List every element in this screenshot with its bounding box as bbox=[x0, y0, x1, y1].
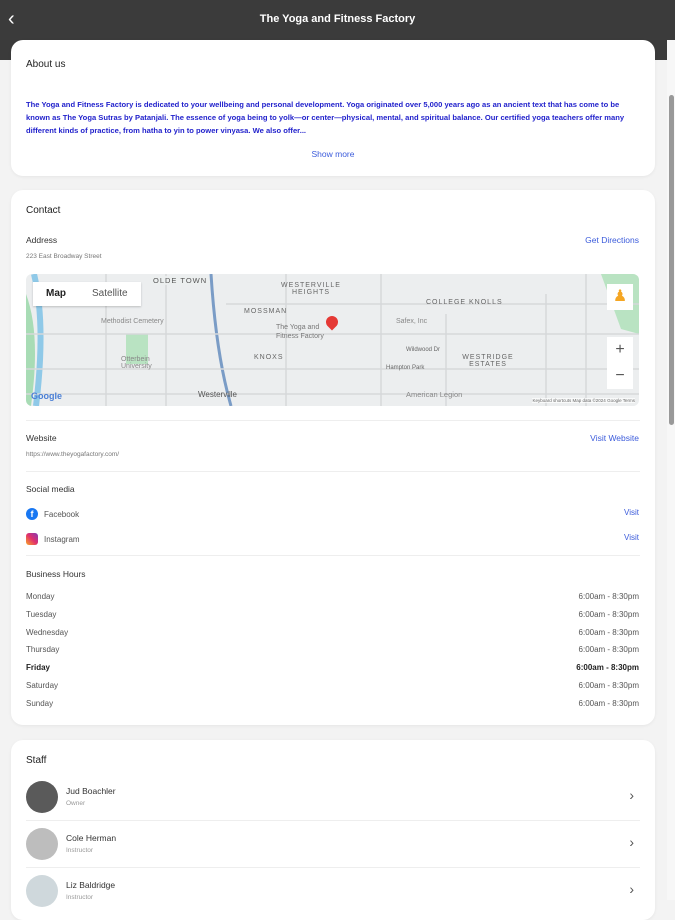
chevron-right-icon[interactable]: › bbox=[629, 881, 634, 897]
chevron-right-icon[interactable]: › bbox=[629, 787, 634, 803]
map-label: KNOXS bbox=[254, 354, 284, 361]
divider bbox=[26, 867, 640, 868]
avatar bbox=[26, 781, 58, 813]
hours-row: Monday 6:00am - 8:30pm bbox=[26, 592, 639, 601]
avatar bbox=[26, 828, 58, 860]
map-label: American Legion bbox=[406, 390, 463, 399]
google-logo: Google bbox=[31, 391, 62, 401]
website-label: Website bbox=[26, 433, 57, 443]
map-label: OLDE TOWN bbox=[151, 276, 210, 285]
zoom-out-button[interactable]: − bbox=[607, 363, 633, 389]
map-label: Hampton Park bbox=[386, 365, 425, 371]
map-type-toggle: Map Satellite bbox=[33, 282, 141, 306]
instagram-icon bbox=[26, 533, 38, 545]
show-more-link[interactable]: Show more bbox=[11, 149, 655, 159]
facebook-icon: f bbox=[26, 508, 38, 520]
page-title: The Yoga and Fitness Factory bbox=[259, 13, 416, 25]
get-directions-link[interactable]: Get Directions bbox=[585, 235, 639, 245]
contact-heading: Contact bbox=[26, 205, 61, 216]
hours-row: Sunday 6:00am - 8:30pm bbox=[26, 699, 639, 708]
about-heading: About us bbox=[26, 59, 66, 70]
map-tab[interactable]: Map bbox=[33, 282, 79, 306]
divider bbox=[26, 820, 640, 821]
map-label: Westerville bbox=[198, 390, 237, 399]
hours-time: 6:00am - 8:30pm bbox=[578, 609, 639, 619]
hours-time: 6:00am - 8:30pm bbox=[576, 663, 639, 673]
map-label: WESTERVILLE HEIGHTS bbox=[281, 282, 341, 296]
hours-day: Sunday bbox=[26, 698, 54, 708]
staff-row[interactable]: Cole Herman Instructor › bbox=[26, 828, 640, 868]
about-text: The Yoga and Fitness Factory is dedicate… bbox=[26, 100, 625, 135]
staff-card: Staff Jud Boachler Owner › Cole Herman Inst… bbox=[11, 740, 655, 920]
hours-time: 6:00am - 8:30pm bbox=[578, 592, 639, 601]
staff-name: Jud Boachler bbox=[66, 786, 116, 796]
divider bbox=[26, 471, 640, 472]
social-media-label: Social media bbox=[26, 484, 75, 494]
social-row-facebook: f Facebook Visit bbox=[26, 508, 639, 520]
address-text: 223 East Broadway Street bbox=[26, 253, 102, 260]
visit-website-link[interactable]: Visit Website bbox=[590, 433, 639, 443]
divider bbox=[26, 420, 640, 421]
staff-name: Cole Herman bbox=[66, 833, 117, 843]
website-url: https://www.theyogafactory.com/ bbox=[26, 451, 120, 458]
map-label: Otterbein University bbox=[121, 356, 152, 370]
satellite-tab[interactable]: Satellite bbox=[79, 282, 141, 306]
map-label: Safex, Inc bbox=[396, 318, 428, 325]
hours-day: Monday bbox=[26, 592, 55, 601]
address-label: Address bbox=[26, 235, 58, 245]
chevron-right-icon[interactable]: › bbox=[629, 834, 634, 850]
hours-row: Friday 6:00am - 8:30pm bbox=[26, 663, 639, 672]
hours-row: Tuesday 6:00am - 8:30pm bbox=[26, 610, 639, 619]
map-label: Wildwood Dr bbox=[406, 347, 441, 353]
facebook-visit-link[interactable]: Visit bbox=[624, 508, 639, 520]
about-card: About us The Yoga and Fitness Factory is… bbox=[11, 40, 655, 176]
staff-row[interactable]: Liz Baldridge Instructor › bbox=[26, 875, 640, 915]
hours-row: Saturday 6:00am - 8:30pm bbox=[26, 681, 639, 690]
social-name: Facebook bbox=[44, 509, 80, 519]
staff-row[interactable]: Jud Boachler Owner › bbox=[26, 781, 640, 821]
staff-role: Instructor bbox=[66, 847, 94, 854]
instagram-visit-link[interactable]: Visit bbox=[624, 533, 639, 545]
hours-day: Wednesday bbox=[26, 627, 69, 637]
hours-day: Friday bbox=[26, 663, 51, 673]
social-name: Instagram bbox=[44, 534, 80, 544]
hours-time: 6:00am - 8:30pm bbox=[578, 698, 639, 708]
staff-heading: Staff bbox=[26, 755, 47, 766]
hours-day: Saturday bbox=[26, 681, 59, 690]
map[interactable]: Map Satellite The Yoga and Fitness Facto… bbox=[26, 274, 639, 406]
map-label: Methodist Cemetery bbox=[101, 318, 164, 325]
pegman-icon[interactable]: ♟ bbox=[607, 284, 633, 310]
map-label: MOSSMAN bbox=[244, 308, 288, 315]
hours-day: Tuesday bbox=[26, 609, 57, 619]
map-label: WESTRIDGE ESTATES bbox=[462, 354, 514, 368]
map-footer[interactable]: Keyboard shortcuts Map data ©2024 Google… bbox=[532, 398, 635, 403]
divider bbox=[26, 555, 640, 556]
map-label: COLLEGE KNOLLS bbox=[426, 299, 503, 306]
social-row-instagram: Instagram Visit bbox=[26, 533, 639, 545]
hours-day: Thursday bbox=[26, 645, 60, 655]
avatar bbox=[26, 875, 58, 907]
hours-time: 6:00am - 8:30pm bbox=[578, 681, 639, 690]
contact-card: Contact Address Get Directions 223 East … bbox=[11, 190, 655, 725]
staff-role: Owner bbox=[66, 800, 86, 807]
zoom-in-button[interactable]: + bbox=[607, 337, 633, 363]
staff-name: Liz Baldridge bbox=[66, 880, 116, 890]
hours-row: Thursday 6:00am - 8:30pm bbox=[26, 645, 639, 654]
business-hours-label: Business Hours bbox=[26, 569, 86, 579]
hours-row: Wednesday 6:00am - 8:30pm bbox=[26, 628, 639, 637]
scrollbar[interactable] bbox=[667, 40, 675, 900]
hours-time: 6:00am - 8:30pm bbox=[578, 645, 639, 655]
scrollbar-thumb[interactable] bbox=[669, 95, 674, 425]
hours-time: 6:00am - 8:30pm bbox=[578, 627, 639, 637]
